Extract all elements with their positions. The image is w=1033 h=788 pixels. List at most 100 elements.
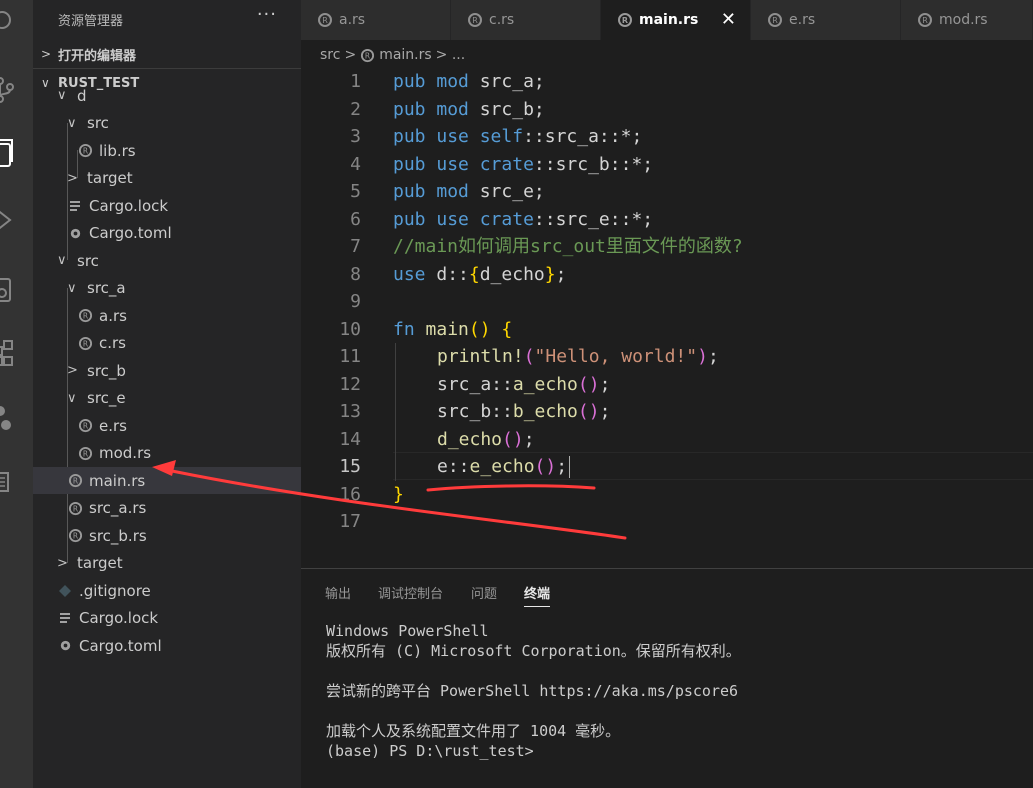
line-number: 14 (339, 428, 361, 450)
rust-icon: R (467, 12, 483, 28)
text-cursor (569, 456, 571, 478)
remote-explorer-icon[interactable] (0, 270, 33, 310)
code-line-13: src_b::b_echo(); (437, 401, 611, 422)
open-editors-label: 打开的编辑器 (58, 48, 137, 64)
tab-a-rs[interactable]: R a.rs (301, 0, 451, 40)
tab-main-rs[interactable]: R main.rs ✕ (601, 0, 751, 40)
rust-icon: R (360, 48, 375, 63)
svg-text:R: R (322, 16, 328, 25)
breadcrumb-src[interactable]: src (320, 47, 340, 63)
extensions-icon[interactable] (0, 334, 33, 374)
rust-file-icon: R (77, 445, 93, 461)
tree-folder[interactable]: > target (33, 550, 301, 577)
bottom-panel: 输出 调试控制台 问题 终端 Windows PowerShell 版权所有 (C… (301, 568, 1033, 788)
rust-icon: R (767, 12, 783, 28)
explorer-icon[interactable] (0, 135, 33, 175)
code-line-15: e::e_echo(); (437, 453, 571, 481)
rust-file-icon: R (77, 335, 93, 351)
activity-bar (0, 0, 33, 788)
tree-file[interactable]: Rsrc_b.rs (33, 522, 301, 549)
lock-file-icon (67, 198, 83, 214)
line-number: 1 (350, 71, 361, 92)
code-line-5: pub mod src_e; (393, 181, 545, 202)
tree-folder[interactable]: ∨ src (33, 110, 301, 137)
breadcrumb-separator: > (344, 47, 357, 63)
line-number: 9 (350, 291, 361, 312)
close-icon[interactable]: ✕ (721, 9, 736, 30)
tree-file[interactable]: Rlib.rs (33, 137, 301, 164)
terminal-line: (base) PS D:\rust_test> (326, 742, 534, 760)
line-number: 13 (339, 401, 361, 422)
breadcrumb-more[interactable]: > ... (436, 47, 466, 63)
tree-file[interactable]: Rmain.rs (33, 467, 301, 494)
svg-text:R: R (622, 16, 628, 25)
tab-mod-rs[interactable]: R mod.rs (901, 0, 1033, 40)
tree-item-label: Cargo.lock (89, 196, 169, 215)
chevron-down-icon: ∨ (67, 280, 77, 296)
line-number: 16 (339, 483, 361, 505)
code-line-8: use d::{d_echo}; (393, 263, 567, 285)
tree-folder[interactable]: ∨ src_e (33, 385, 301, 412)
tree-file[interactable]: Rsrc_a.rs (33, 495, 301, 522)
tree-file[interactable]: Cargo.lock (33, 605, 301, 632)
tree-file[interactable]: Rc.rs (33, 330, 301, 357)
svg-text:R: R (365, 51, 370, 60)
tree-item-label: src_b (87, 361, 126, 380)
rust-file-icon: R (77, 143, 93, 159)
code-line-4: pub use crate::src_b::*; (393, 153, 654, 175)
notes-icon[interactable] (0, 462, 33, 502)
chevron-right-icon: > (67, 363, 78, 378)
search-icon[interactable] (0, 2, 33, 42)
tree-item-label: c.rs (99, 334, 126, 352)
tab-label: main.rs (639, 12, 699, 28)
line-number: 11 (339, 346, 361, 367)
code-line-3: pub use self::src_a::*; (393, 126, 643, 147)
tree-item-label: src_e (87, 389, 126, 407)
tree-file[interactable]: Rmod.rs (33, 440, 301, 467)
tab-label: c.rs (489, 12, 515, 28)
breadcrumb-file[interactable]: main.rs (379, 47, 431, 63)
tab-c-rs[interactable]: R c.rs (451, 0, 601, 40)
tree-file[interactable]: .gitignore (33, 577, 301, 604)
line-number: 5 (350, 181, 361, 202)
run-debug-icon[interactable] (0, 200, 33, 240)
source-control-icon[interactable] (0, 70, 33, 110)
tree-folder[interactable]: ∨ d (33, 82, 301, 109)
line-number: 12 (339, 373, 361, 395)
tree-file[interactable]: Cargo.toml (33, 220, 301, 247)
tree-folder[interactable]: > src_b (33, 357, 301, 384)
line-number: 10 (339, 318, 361, 340)
tree-file[interactable]: Ra.rs (33, 302, 301, 329)
tab-debug-console[interactable]: 调试控制台 (378, 583, 443, 607)
tab-terminal[interactable]: 终端 (524, 583, 551, 607)
terminal-line: 加载个人及系统配置文件用了 1004 毫秒。 (326, 722, 621, 740)
tree-item-label: a.rs (99, 306, 127, 325)
rust-icon: R (917, 12, 933, 28)
gear-icon (67, 225, 83, 241)
svg-text:R: R (72, 504, 77, 513)
tree-item-label: d (77, 86, 87, 105)
code-line-2: pub mod src_b; (393, 98, 545, 120)
anaconda-icon[interactable] (0, 398, 33, 438)
tree-file[interactable]: Cargo.lock (33, 192, 301, 219)
svg-text:R: R (82, 146, 87, 155)
tree-folder[interactable]: > target (33, 165, 301, 192)
tab-problems[interactable]: 问题 (471, 583, 497, 607)
tree-file[interactable]: Re.rs (33, 412, 301, 439)
line-number: 17 (339, 511, 361, 532)
tree-folder[interactable]: ∨ src_a (33, 275, 301, 302)
tree-item-label: src (87, 114, 109, 132)
more-actions-icon[interactable]: ··· (257, 4, 277, 25)
svg-text:R: R (82, 339, 87, 348)
open-editors-section[interactable]: > 打开的编辑器 (33, 43, 301, 65)
tree-folder[interactable]: ∨ src (33, 247, 301, 274)
code-editor[interactable]: 1 2 3 4 5 6 7 8 9 10 11 12 13 14 15 16 17 pub mod src_a;… (301, 68, 1033, 568)
rust-file-icon: R (67, 473, 83, 489)
tree-item-label: e.rs (99, 416, 127, 435)
line-number: 7 (350, 236, 361, 257)
line-number: 6 (350, 208, 361, 230)
explorer-sidebar: 资源管理器 ··· > 打开的编辑器 ∨ RUST_TEST ∨ d ∨ src Rli… (33, 0, 301, 788)
tab-e-rs[interactable]: R e.rs (751, 0, 901, 40)
tab-output[interactable]: 输出 (325, 583, 351, 607)
tree-file[interactable]: Cargo.toml (33, 632, 301, 659)
